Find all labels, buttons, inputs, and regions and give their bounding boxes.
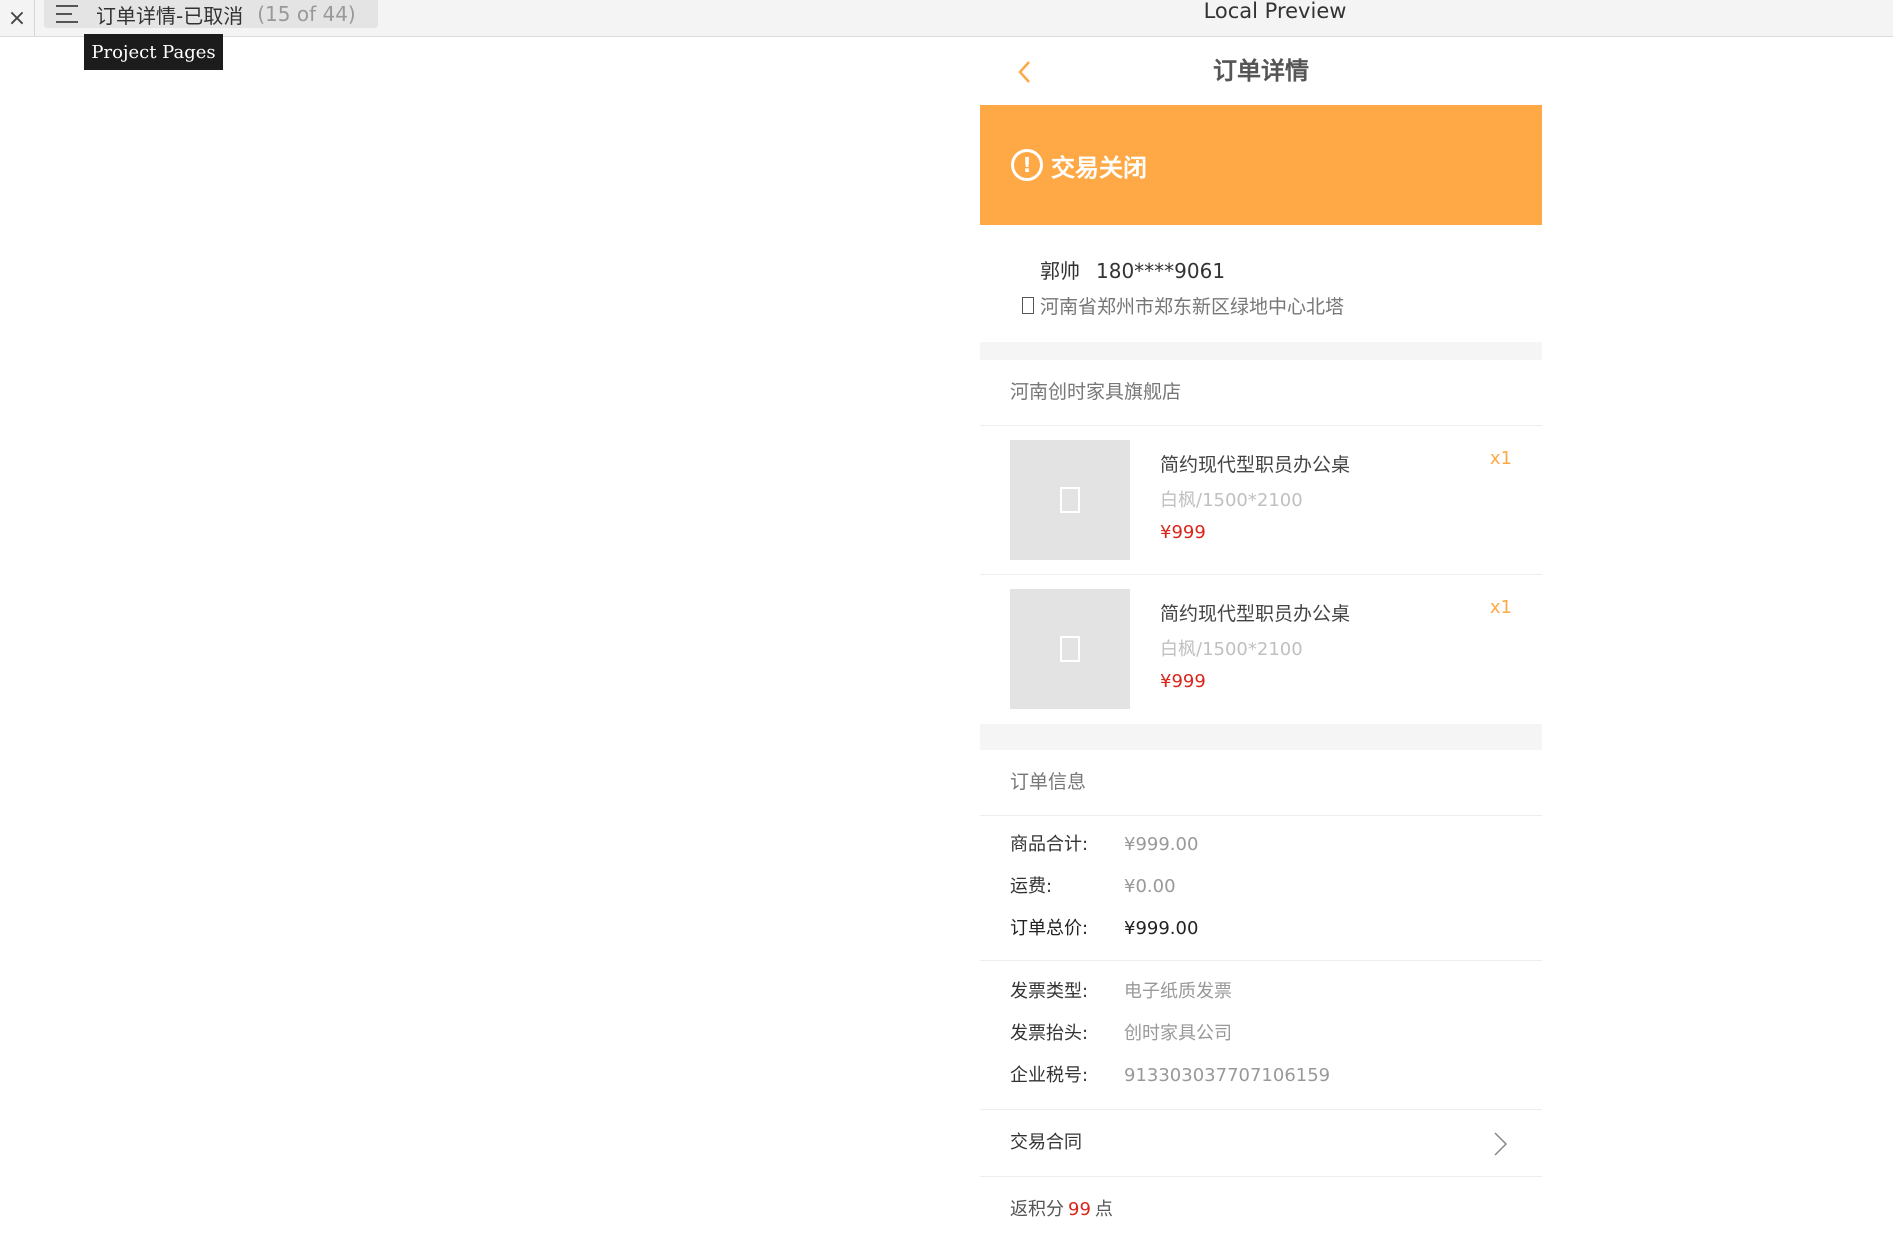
contract-row[interactable]: 交易合同 xyxy=(980,1110,1542,1176)
tax-id-value: 913303037707106159 xyxy=(1124,1065,1331,1086)
preview-toolbar: × 订单详情-已取消 (15 of 44) Local Preview xyxy=(0,0,1893,37)
image-placeholder-icon xyxy=(1060,487,1080,513)
shop-name[interactable]: 河南创时家具旗舰店 xyxy=(1010,360,1181,425)
product-item[interactable]: 简约现代型职员办公桌 白枫/1500*2100 ¥999 x1 xyxy=(980,426,1542,574)
product-name: 简约现代型职员办公桌 xyxy=(1160,603,1351,625)
project-pages-tooltip: Project Pages xyxy=(84,34,223,70)
invoice-title-label: 发票抬头: xyxy=(1010,1023,1089,1044)
invoice-type-label: 发票类型: xyxy=(1010,981,1089,1002)
product-item[interactable]: 简约现代型职员办公桌 白枫/1500*2100 ¥999 x1 xyxy=(980,574,1542,722)
page-counter: (15 of 44) xyxy=(257,2,356,26)
page-selector[interactable]: 订单详情-已取消 (15 of 44) xyxy=(44,0,378,28)
address-line: 河南省郑州市郑东新区绿地中心北塔 xyxy=(1022,292,1344,319)
shipping-row: 运费: ¥0.00 xyxy=(1010,872,1176,898)
page-title: 订单详情 xyxy=(1213,57,1309,85)
product-spec: 白枫/1500*2100 xyxy=(1160,490,1303,511)
product-price: ¥999 xyxy=(1160,671,1206,692)
subtotal-value: ¥999.00 xyxy=(1124,834,1199,855)
tax-id-label: 企业税号: xyxy=(1010,1065,1089,1086)
total-row: 订单总价: ¥999.00 xyxy=(1010,914,1198,940)
image-placeholder-icon xyxy=(1060,636,1080,662)
address-detail: 河南省郑州市郑东新区绿地中心北塔 xyxy=(1040,296,1345,318)
phone-screen: 订单详情 ! 交易关闭 郭帅 180****9061 河南省郑州市郑东新区绿地中心… xyxy=(980,37,1542,1245)
preview-label: Local Preview xyxy=(1203,0,1347,23)
status-banner: ! 交易关闭 xyxy=(980,105,1542,225)
close-icon[interactable]: × xyxy=(0,0,35,36)
product-thumbnail[interactable] xyxy=(1010,440,1130,560)
divider xyxy=(980,815,1542,816)
menu-icon[interactable] xyxy=(56,5,78,23)
address-card: 郭帅 180****9061 河南省郑州市郑东新区绿地中心北塔 xyxy=(980,225,1542,342)
shipping-label: 运费: xyxy=(1010,876,1053,897)
recipient-name: 郭帅 xyxy=(1040,259,1080,283)
product-thumbnail[interactable] xyxy=(1010,589,1130,709)
subtotal-row: 商品合计: ¥999.00 xyxy=(1010,830,1198,856)
warning-icon: ! xyxy=(1011,149,1043,181)
invoice-title-value: 创时家具公司 xyxy=(1124,1023,1232,1044)
invoice-type-row: 发票类型: 电子纸质发票 xyxy=(1010,977,1232,1003)
points-row: 返积分 99 点 xyxy=(1010,1177,1113,1243)
total-label: 订单总价: xyxy=(1010,918,1089,939)
recipient-line: 郭帅 180****9061 xyxy=(1040,255,1225,284)
product-spec: 白枫/1500*2100 xyxy=(1160,639,1303,660)
product-price: ¥999 xyxy=(1160,522,1206,543)
current-page-title: 订单详情-已取消 xyxy=(96,3,244,28)
tax-id-row: 企业税号: 913303037707106159 xyxy=(1010,1061,1330,1087)
divider xyxy=(980,960,1542,961)
order-info-header: 订单信息 xyxy=(1010,771,1087,793)
points-prefix: 返积分 xyxy=(1010,1199,1064,1220)
order-info-card: 订单信息 商品合计: ¥999.00 运费: ¥0.00 订单总价: ¥999.00 … xyxy=(980,750,1542,1245)
nav-bar: 订单详情 xyxy=(980,37,1542,105)
location-pin-icon xyxy=(1022,297,1034,314)
invoice-title-row: 发票抬头: 创时家具公司 xyxy=(1010,1019,1232,1045)
chevron-right-icon[interactable] xyxy=(1492,1131,1508,1157)
invoice-type-value: 电子纸质发票 xyxy=(1124,981,1232,1002)
subtotal-label: 商品合计: xyxy=(1010,834,1089,855)
total-value: ¥999.00 xyxy=(1124,918,1199,939)
contract-label: 交易合同 xyxy=(1010,1132,1082,1153)
product-qty: x1 xyxy=(1489,597,1512,618)
shop-card: 河南创时家具旗舰店 简约现代型职员办公桌 白枫/1500*2100 ¥999 x… xyxy=(980,360,1542,724)
product-qty: x1 xyxy=(1489,448,1512,469)
points-value: 99 xyxy=(1068,1199,1091,1220)
shipping-value: ¥0.00 xyxy=(1124,876,1176,897)
recipient-phone: 180****9061 xyxy=(1096,259,1226,283)
product-name: 简约现代型职员办公桌 xyxy=(1160,454,1351,476)
points-suffix: 点 xyxy=(1094,1199,1113,1220)
status-text: 交易关闭 xyxy=(1051,153,1147,182)
